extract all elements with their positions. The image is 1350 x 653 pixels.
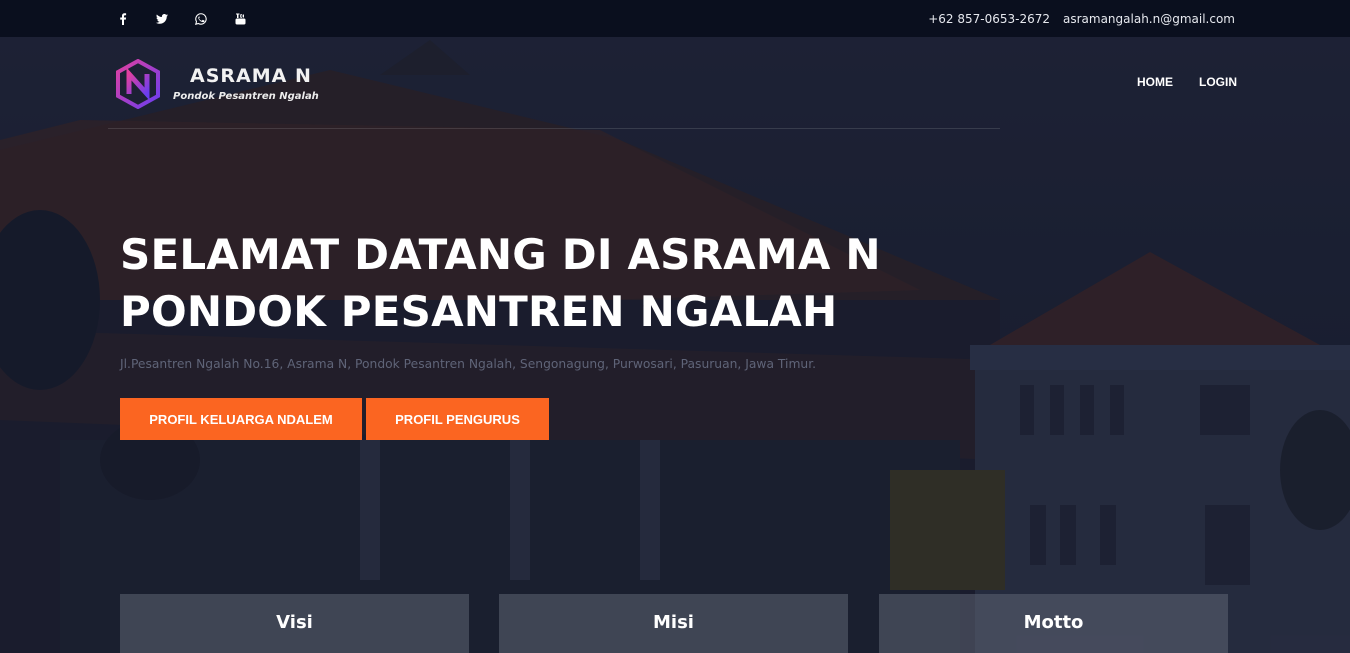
hero-buttons: PROFIL KELUARGA NDALEM PROFIL PENGURUS <box>120 398 553 440</box>
brand-subtitle: Pondok Pesantren Ngalah <box>173 91 319 102</box>
header-divider <box>108 128 1000 129</box>
card-title: Visi <box>276 612 313 633</box>
contact-info: +62 857-0653-2672 asramangalah.n@gmail.c… <box>915 0 1235 37</box>
twitter-icon[interactable] <box>155 12 169 26</box>
hero-title: SELAMAT DATANG DI ASRAMA N PONDOK PESANT… <box>120 226 1020 340</box>
hero-title-line-1: SELAMAT DATANG DI ASRAMA N <box>120 230 881 279</box>
top-bar: +62 857-0653-2672 asramangalah.n@gmail.c… <box>0 0 1350 37</box>
card-visi[interactable]: Visi <box>120 594 469 653</box>
brand-name: ASRAMA N <box>190 65 312 87</box>
social-links <box>116 0 272 37</box>
nav-login[interactable]: LOGIN <box>1199 75 1237 89</box>
profil-keluarga-ndalem-button[interactable]: PROFIL KELUARGA NDALEM <box>120 398 362 440</box>
hero-address: Jl.Pesantren Ngalah No.16, Asrama N, Pon… <box>120 357 817 371</box>
main-nav: HOME LOGIN <box>1111 75 1237 89</box>
facebook-icon[interactable] <box>116 12 130 26</box>
hero-title-line-2: PONDOK PESANTREN NGALAH <box>120 287 838 336</box>
site-header: ASRAMA N Pondok Pesantren Ngalah HOME LO… <box>0 37 1350 129</box>
whatsapp-icon[interactable] <box>194 12 208 26</box>
site-logo[interactable]: ASRAMA N Pondok Pesantren Ngalah <box>116 59 326 109</box>
card-title: Motto <box>1023 612 1084 633</box>
card-title: Misi <box>653 612 694 633</box>
email-address[interactable]: asramangalah.n@gmail.com <box>1063 12 1235 26</box>
phone-number[interactable]: +62 857-0653-2672 <box>928 12 1050 26</box>
nav-home[interactable]: HOME <box>1137 75 1173 89</box>
hero-section: SELAMAT DATANG DI ASRAMA N PONDOK PESANT… <box>120 226 1020 440</box>
profil-pengurus-button[interactable]: PROFIL PENGURUS <box>366 398 549 440</box>
card-misi[interactable]: Misi <box>499 594 848 653</box>
card-motto[interactable]: Motto <box>879 594 1228 653</box>
youtube-icon[interactable] <box>233 12 247 26</box>
logo-mark-icon <box>116 59 160 109</box>
